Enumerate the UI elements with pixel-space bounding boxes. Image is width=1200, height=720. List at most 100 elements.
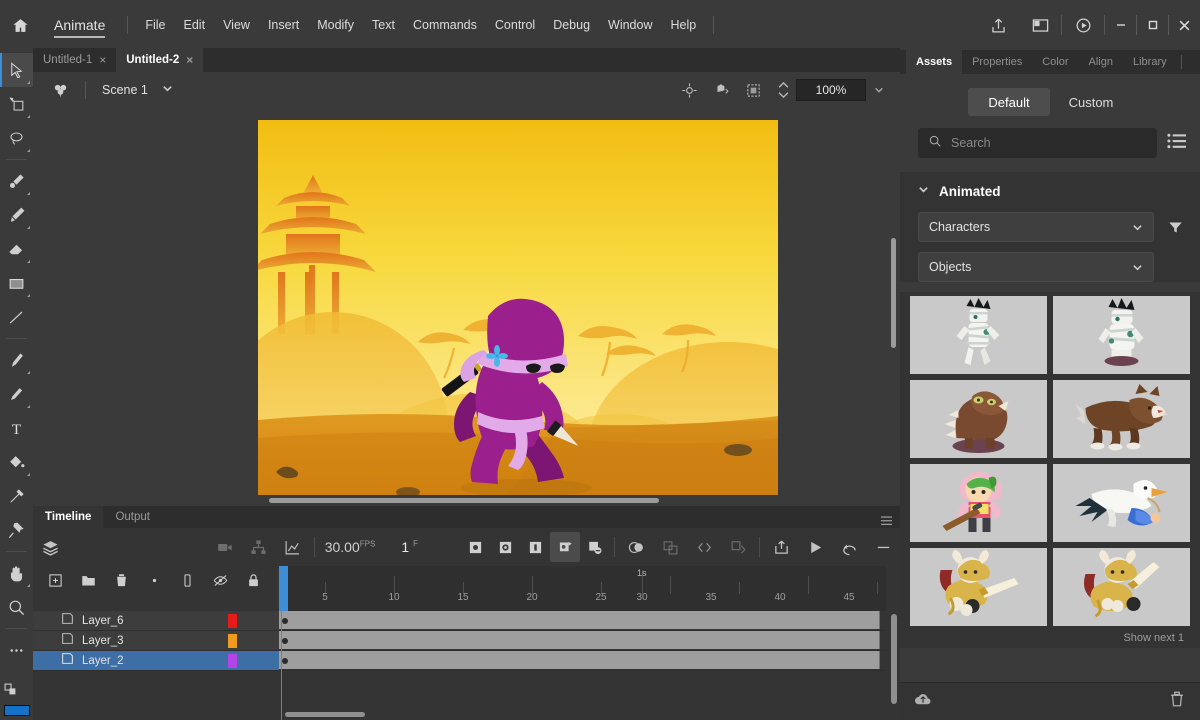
stage-horizontal-scrollbar[interactable] — [269, 498, 659, 503]
keyframe-marker[interactable] — [282, 618, 288, 624]
funnel-icon[interactable] — [1164, 220, 1186, 235]
hide-all-layers-icon[interactable] — [204, 566, 237, 594]
pen-tool[interactable] — [0, 343, 33, 377]
paint-bucket-tool[interactable] — [0, 445, 33, 479]
onion-markers-icon[interactable] — [721, 528, 755, 566]
edit-multiple-icon[interactable] — [687, 528, 721, 566]
insert-frame-button[interactable] — [520, 532, 550, 562]
collapse-panel-icon[interactable] — [866, 528, 900, 566]
asset-thumb-mummy-walking[interactable] — [910, 296, 1047, 374]
hand-tool[interactable] — [0, 556, 33, 590]
asset-thumb-stork-with-bundle[interactable] — [1053, 464, 1190, 542]
asset-thumb-green-hair-warrior[interactable] — [910, 464, 1047, 542]
export-icon[interactable] — [764, 528, 798, 566]
menu-edit[interactable]: Edit — [175, 14, 215, 36]
rectangle-tool[interactable] — [0, 266, 33, 300]
classic-brush-tool[interactable] — [0, 198, 33, 232]
tab-library[interactable]: Library — [1123, 50, 1177, 74]
share-icon[interactable] — [977, 0, 1019, 50]
menu-text[interactable]: Text — [363, 14, 404, 36]
tab-properties[interactable]: Properties — [962, 50, 1032, 74]
show-next-label[interactable]: Show next 1 — [900, 626, 1200, 648]
swap-colors-icon[interactable] — [4, 683, 17, 701]
lock-all-layers-icon[interactable] — [237, 566, 270, 594]
tab-align[interactable]: Align — [1079, 50, 1123, 74]
search-field[interactable] — [918, 128, 1157, 158]
close-tab-icon[interactable]: × — [186, 53, 193, 67]
asset-thumb-golden-knight-right[interactable] — [1053, 548, 1190, 626]
layer-dot-icon[interactable] — [138, 566, 171, 594]
text-tool[interactable]: T — [0, 411, 33, 445]
pencil-tool[interactable] — [0, 377, 33, 411]
layer-row-layer-3[interactable]: Layer_3 — [33, 631, 279, 651]
stage-canvas[interactable] — [258, 120, 778, 495]
frame-span[interactable] — [279, 611, 880, 629]
assets-mode-custom[interactable]: Custom — [1050, 88, 1132, 116]
menu-modify[interactable]: Modify — [308, 14, 363, 36]
create-classic-tween-button[interactable] — [550, 532, 580, 562]
frame-row-layer-3[interactable] — [279, 631, 886, 651]
chevron-down-icon[interactable] — [162, 81, 173, 99]
document-tab-untitled-1[interactable]: Untitled-1 × — [33, 48, 117, 72]
frame-span[interactable] — [279, 651, 880, 669]
timeline-vertical-scrollbar[interactable] — [891, 614, 897, 704]
close-icon[interactable] — [1169, 0, 1200, 50]
onion-outline-icon[interactable] — [653, 528, 687, 566]
rotate-stage-icon[interactable] — [706, 77, 736, 103]
minimize-icon[interactable] — [1105, 0, 1136, 50]
chevron-down-icon[interactable] — [918, 182, 929, 200]
remove-tween-button[interactable] — [580, 532, 610, 562]
graph-editor-icon[interactable] — [276, 528, 310, 566]
scene-selector-label[interactable]: Scene 1 — [94, 83, 148, 97]
fill-color-swatch[interactable] — [4, 705, 30, 716]
keyframe-marker[interactable] — [282, 638, 288, 644]
eyedropper-tool[interactable] — [0, 479, 33, 513]
free-transform-tool[interactable] — [0, 87, 33, 121]
menu-file[interactable]: File — [136, 14, 174, 36]
zoom-tool[interactable] — [0, 590, 33, 624]
search-input[interactable] — [951, 136, 1147, 150]
characters-dropdown[interactable]: Characters — [918, 212, 1154, 242]
clip-to-stage-icon[interactable] — [738, 77, 768, 103]
keyframe-marker[interactable] — [282, 658, 288, 664]
current-frame-field[interactable]: 1F — [401, 539, 418, 555]
asset-thumb-brown-wolf[interactable] — [1053, 380, 1190, 458]
edit-symbols-icon[interactable] — [43, 82, 77, 99]
frame-grid[interactable] — [279, 611, 886, 720]
menu-help[interactable]: Help — [662, 14, 706, 36]
insert-blank-keyframe-button[interactable] — [490, 532, 520, 562]
animated-section-header[interactable]: Animated — [900, 172, 1200, 212]
objects-dropdown[interactable]: Objects — [918, 252, 1154, 282]
zoom-level-field[interactable]: 100% — [796, 79, 866, 101]
loop-icon[interactable] — [832, 528, 866, 566]
onion-skin-icon[interactable] — [619, 528, 653, 566]
fps-field[interactable]: 30.00FPS — [325, 539, 376, 555]
tab-assets[interactable]: Assets — [906, 50, 963, 74]
selection-tool[interactable] — [0, 53, 33, 87]
menu-view[interactable]: View — [214, 14, 259, 36]
maximize-icon[interactable] — [1137, 0, 1168, 50]
tab-output[interactable]: Output — [103, 506, 162, 528]
menu-commands[interactable]: Commands — [404, 14, 486, 36]
asset-thumb-dino-monster[interactable] — [910, 380, 1047, 458]
insert-keyframe-button[interactable] — [460, 532, 490, 562]
menu-control[interactable]: Control — [486, 14, 544, 36]
delete-layer-button[interactable] — [105, 566, 138, 594]
publish-preview-icon[interactable] — [1062, 0, 1104, 50]
new-layer-button[interactable] — [39, 566, 72, 594]
stage-area[interactable] — [33, 108, 900, 506]
timeline-ruler[interactable]: 1s 5 10 15 20 25 30 35 40 45 — [279, 566, 886, 611]
more-tools-icon[interactable] — [0, 633, 33, 667]
layer-row-layer-2[interactable]: Layer_2 — [33, 651, 279, 671]
tab-color[interactable]: Color — [1032, 50, 1078, 74]
stage-vertical-scrollbar[interactable] — [891, 238, 896, 348]
play-icon[interactable] — [798, 528, 832, 566]
new-folder-button[interactable] — [72, 566, 105, 594]
brush-tool[interactable] — [0, 164, 33, 198]
playhead[interactable] — [279, 566, 288, 611]
lasso-tool[interactable] — [0, 121, 33, 155]
asset-thumb-mummy-idle[interactable] — [1053, 296, 1190, 374]
assets-mode-default[interactable]: Default — [968, 88, 1050, 116]
home-icon[interactable] — [0, 0, 40, 50]
trash-icon[interactable] — [1168, 690, 1186, 713]
